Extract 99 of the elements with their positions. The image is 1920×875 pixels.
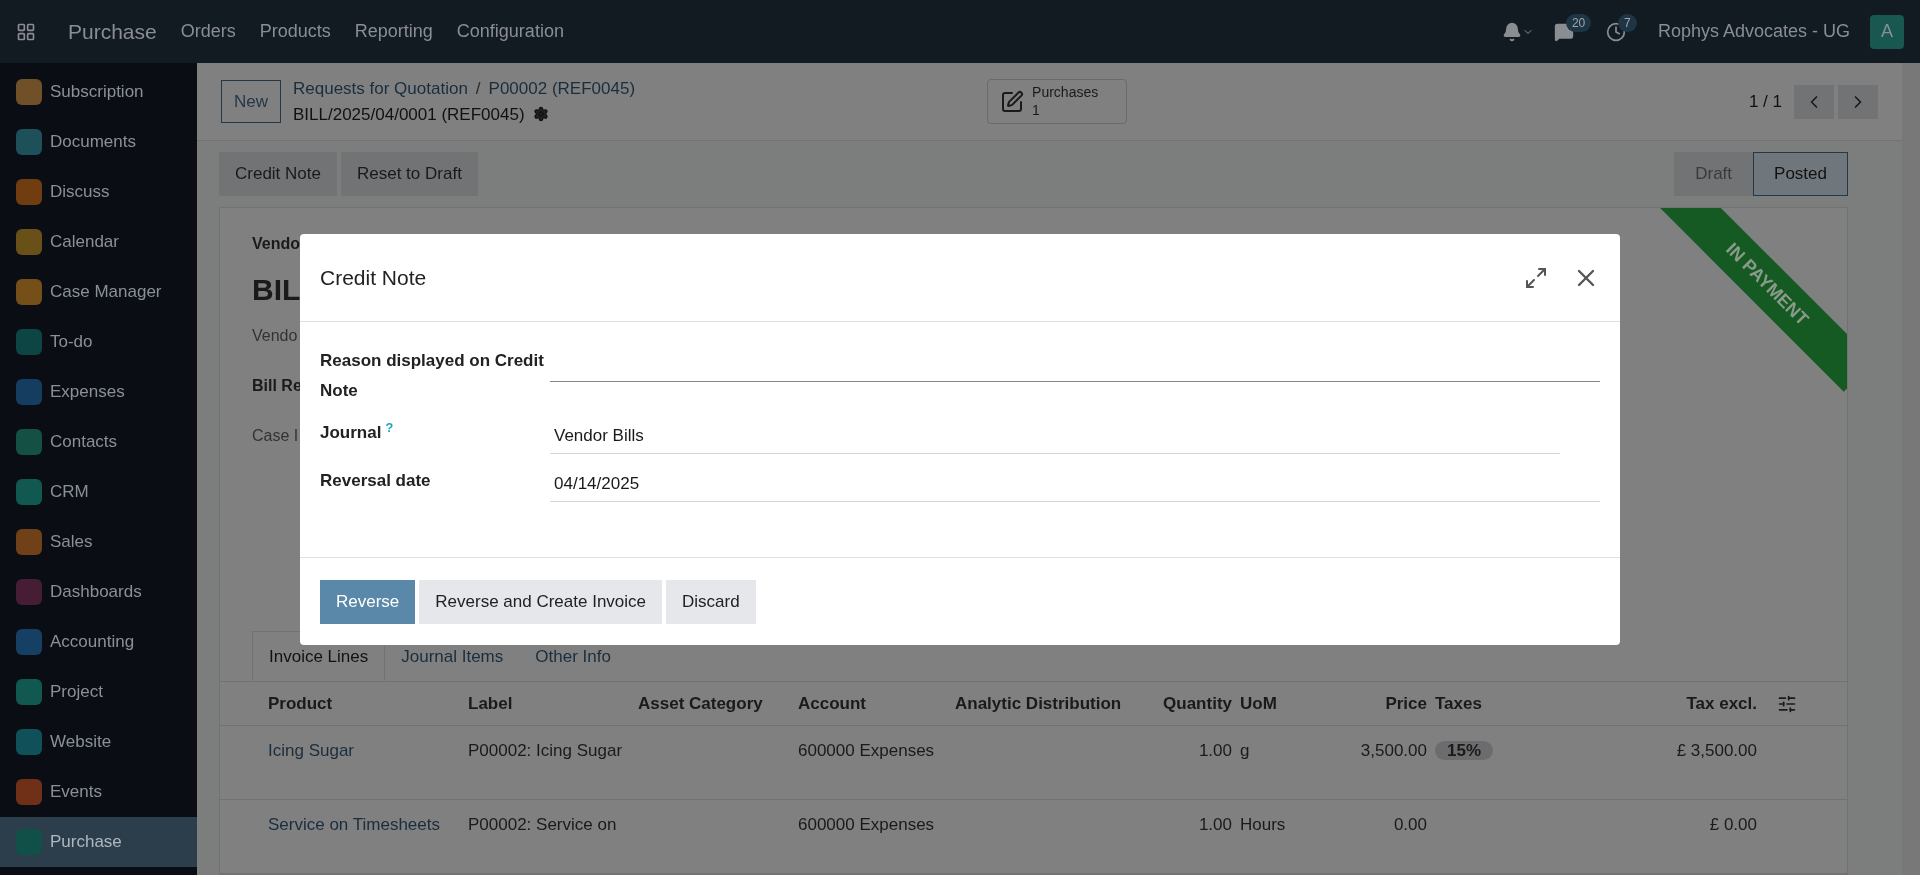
sidebar-label: Sales (50, 531, 93, 554)
column-header[interactable]: Label (468, 690, 638, 717)
messages-count: 20 (1565, 13, 1592, 32)
activities-count: 7 (1617, 13, 1637, 32)
tab[interactable]: Other Info (519, 631, 627, 682)
table-cell: £ 3,500.00 (1676, 741, 1757, 760)
edit-icon (1000, 89, 1025, 114)
dialog-title: Credit Note (320, 264, 427, 291)
sidebar-item[interactable]: Calendar (0, 217, 197, 267)
table-cell: P00002: Icing Sugar (468, 741, 623, 760)
sidebar-label: Project (50, 681, 103, 704)
action-button[interactable]: Reset to Draft (341, 152, 478, 196)
sidebar-item[interactable]: Dashboards (0, 567, 197, 617)
tab[interactable]: Journal Items (385, 631, 520, 682)
tax-tag: 15% (1435, 741, 1494, 760)
sidebar-label: Website (50, 731, 112, 754)
sidebar-item[interactable]: Events (0, 767, 197, 817)
sidebar-label: Contacts (50, 431, 118, 454)
column-header[interactable]: UoM (1240, 690, 1330, 717)
field-label: Reversal date (320, 470, 432, 492)
menu-link[interactable]: Products (259, 18, 331, 45)
table-cell: g (1240, 741, 1250, 760)
field-label: Journal $^{?}$ (320, 418, 395, 444)
column-header[interactable]: Product (268, 690, 468, 717)
column-settings-icon[interactable] (1777, 693, 1797, 714)
field-label: Vendo (252, 234, 300, 254)
table-cell: P00002: Service on (468, 815, 617, 834)
app-name[interactable]: Purchase (68, 15, 157, 48)
sidebar-label: Dashboards (50, 581, 142, 604)
settings-icon[interactable] (532, 106, 549, 123)
dialog-button[interactable]: Reverse (320, 579, 416, 624)
field-label: Vendo (252, 326, 298, 346)
new-button[interactable]: New (221, 79, 281, 124)
column-header[interactable]: Taxes (1435, 690, 1605, 717)
table-cell: 600000 Expenses (798, 815, 935, 834)
field-label: Case I (252, 426, 299, 446)
breadcrumb-link[interactable]: Requests for Quotation (293, 76, 468, 102)
activities-icon[interactable] (1605, 21, 1626, 42)
action-button[interactable]: Credit Note (219, 152, 337, 196)
sidebar-label: Subscription (50, 81, 144, 104)
table-cell: 0.00 (1393, 815, 1427, 834)
pager: 1 / 1 (1748, 90, 1782, 113)
status-step[interactable]: Posted (1753, 152, 1848, 196)
breadcrumb-link[interactable]: P00002 (REF0045) (488, 76, 636, 102)
select-field[interactable]: Vendor Bills (550, 418, 1560, 454)
bell-icon[interactable] (1501, 21, 1522, 42)
sidebar-item[interactable]: Website (0, 717, 197, 767)
sidebar-label: Purchase (50, 831, 122, 854)
expand-icon[interactable] (1524, 265, 1548, 290)
breadcrumb-separator: / (475, 78, 481, 100)
sidebar-label: Accounting (50, 631, 135, 654)
product-link[interactable]: Icing Sugar (268, 741, 354, 760)
table-cell: 3,500.00 (1360, 741, 1427, 760)
sidebar-item[interactable]: Discuss (0, 167, 197, 217)
column-header[interactable]: Price (1330, 690, 1435, 717)
sidebar-item[interactable]: Expenses (0, 367, 197, 417)
help-mark[interactable]: ? (385, 419, 394, 435)
sidebar-item[interactable]: To-do (0, 317, 197, 367)
table-cell: Hours (1240, 815, 1286, 834)
sidebar-label: Events (50, 781, 102, 804)
dialog-button[interactable]: Discard (666, 579, 756, 624)
sidebar-item[interactable]: Sales (0, 517, 197, 567)
field-label: Reason displayed on Credit Note (320, 350, 545, 402)
sidebar-item[interactable]: Case Manager (0, 267, 197, 317)
sidebar-item[interactable]: Documents (0, 117, 197, 167)
column-header[interactable]: Tax excl. (1605, 690, 1765, 717)
sidebar-item[interactable]: Accounting (0, 617, 197, 667)
record-name: BILL/2025/04/0001 (REF0045) (293, 103, 525, 126)
company-name[interactable]: Rophys Advocates - UG (1657, 18, 1850, 45)
record-title: BIL (252, 272, 301, 308)
menu-link[interactable]: Orders (180, 18, 236, 45)
table-cell: 1.00 (1198, 741, 1232, 760)
sidebar-label: Expenses (50, 381, 125, 404)
table-cell: 600000 Expenses (798, 741, 935, 760)
product-link[interactable]: Service on Timesheets (268, 815, 440, 834)
column-header[interactable]: Asset Category (638, 690, 798, 717)
menu-link[interactable]: Reporting (354, 18, 433, 45)
table-cell: £ 0.00 (1709, 815, 1757, 834)
table-cell: 1.00 (1198, 815, 1232, 834)
purchases-smart-button[interactable]: Purchases 1 (987, 79, 1128, 124)
menu-link[interactable]: Configuration (456, 18, 564, 45)
sidebar-label: Case Manager (50, 281, 162, 304)
sidebar-item[interactable]: Subscription (0, 67, 197, 117)
sidebar-label: Discuss (50, 181, 110, 204)
dialog-button[interactable]: Reverse and Create Invoice (419, 579, 663, 624)
sidebar-item[interactable]: Purchase (0, 817, 197, 867)
apps-menu-icon[interactable] (16, 21, 36, 42)
column-header[interactable]: Quantity (1155, 690, 1240, 717)
date-field[interactable]: 04/14/2025 (550, 466, 1600, 502)
sidebar-label: Calendar (50, 231, 119, 254)
sidebar-item[interactable]: Contacts (0, 417, 197, 467)
sidebar-item[interactable]: CRM (0, 467, 197, 517)
sidebar-label: CRM (50, 481, 89, 504)
field-label: Bill Re (252, 376, 302, 396)
column-header[interactable]: Account (798, 690, 955, 717)
column-header[interactable]: Analytic Distribution (955, 690, 1155, 717)
sidebar-label: To-do (50, 331, 93, 354)
sidebar-label: Documents (50, 131, 136, 154)
sidebar-item[interactable]: Project (0, 667, 197, 717)
